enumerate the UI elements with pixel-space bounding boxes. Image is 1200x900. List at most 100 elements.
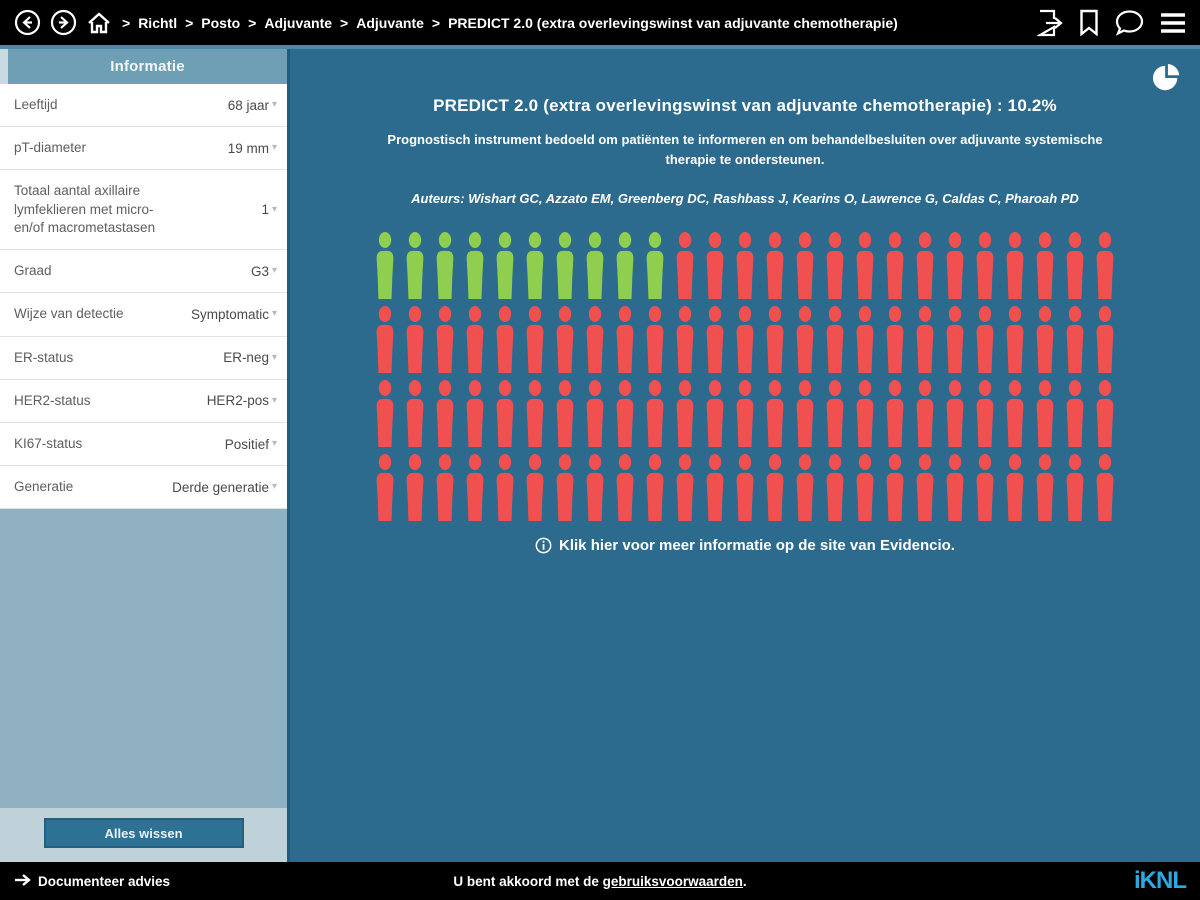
field-value-dropdown[interactable]: G3 ▾	[251, 264, 277, 279]
person-icon-green	[404, 232, 426, 299]
person-icon-red	[734, 454, 756, 521]
breadcrumb-item[interactable]: Adjuvante	[264, 15, 332, 31]
field-value-dropdown[interactable]: Derde generatie ▾	[172, 480, 277, 495]
field-label: KI67-status	[14, 435, 83, 451]
breadcrumb-item[interactable]: Richtl	[138, 15, 177, 31]
pie-chart-icon[interactable]	[1152, 63, 1182, 98]
person-icon-green	[644, 232, 666, 299]
person-icon-red	[704, 454, 726, 521]
chevron-down-icon: ▾	[271, 203, 277, 215]
field-value-dropdown[interactable]: 68 jaar ▾	[228, 98, 277, 113]
bookmark-icon[interactable]	[1079, 9, 1099, 36]
sidebar: Informatie Leeftijd 68 jaar ▾ pT-diameter 19…	[0, 49, 290, 862]
field-label: Totaal aantal axillaire lymfeklieren met…	[14, 183, 156, 235]
breadcrumb-separator: >	[431, 14, 441, 31]
person-icon-red	[764, 232, 786, 299]
pictogram-row	[374, 454, 1116, 521]
document-advice-button[interactable]: Documenteer advies	[14, 873, 170, 890]
person-icon-red	[884, 306, 906, 373]
field-row: ER-status ER-neg ▾	[0, 336, 287, 380]
person-icon-red	[1094, 232, 1116, 299]
comment-icon[interactable]	[1115, 9, 1144, 36]
person-icon-red	[614, 380, 636, 447]
clear-all-button[interactable]: Alles wissen	[43, 818, 244, 848]
person-icon-red	[434, 380, 456, 447]
person-icon-red	[554, 454, 576, 521]
person-icon-red	[1004, 306, 1026, 373]
person-icon-red	[974, 306, 996, 373]
person-icon-red	[914, 232, 936, 299]
field-value-dropdown[interactable]: 1 ▾	[261, 202, 277, 217]
field-row: Totaal aantal axillaire lymfeklieren met…	[0, 170, 287, 251]
chevron-down-icon: ▾	[271, 438, 277, 450]
export-document-icon[interactable]	[1037, 9, 1063, 37]
field-value-dropdown[interactable]: 19 mm ▾	[228, 141, 277, 156]
person-icon-red	[374, 380, 396, 447]
breadcrumb-separator: >	[340, 14, 349, 31]
person-icon-red	[704, 232, 726, 299]
field-label: pT-diameter	[14, 140, 87, 156]
field-value-dropdown[interactable]: HER2-pos ▾	[207, 393, 277, 408]
pictogram-row	[374, 380, 1116, 447]
chevron-down-icon: ▾	[271, 142, 277, 154]
evidencio-info-link[interactable]: Klik hier voor meer informatie op de sit…	[290, 537, 1200, 554]
main-content: PREDICT 2.0 (extra overlevingswinst van …	[290, 49, 1200, 862]
person-icon-red	[854, 306, 876, 373]
person-icon-green	[584, 232, 606, 299]
field-row: Leeftijd 68 jaar ▾	[0, 84, 287, 128]
person-icon-red	[854, 454, 876, 521]
field-label: Generatie	[14, 479, 74, 495]
person-icon-red	[944, 380, 966, 447]
person-icon-green	[464, 232, 486, 299]
forward-icon[interactable]	[50, 9, 77, 36]
field-row: KI67-status Positief ▾	[0, 422, 287, 467]
field-label: HER2-status	[14, 392, 91, 408]
field-value: Positief	[224, 436, 269, 452]
home-icon[interactable]	[86, 10, 112, 36]
person-icon-red	[854, 232, 876, 299]
person-icon-red	[884, 454, 906, 521]
person-icon-red	[704, 380, 726, 447]
menu-icon[interactable]	[1160, 12, 1186, 34]
person-icon-red	[524, 306, 546, 373]
person-icon-red	[764, 454, 786, 521]
field-value: ER-neg	[223, 350, 269, 366]
field-value-dropdown[interactable]: ER-neg ▾	[223, 350, 277, 365]
arrow-right-icon	[14, 873, 31, 890]
topbar-right-icons	[1037, 9, 1186, 37]
field-value-dropdown[interactable]: Positief ▾	[225, 437, 277, 452]
authors-line: Auteurs: Wishart GC, Azzato EM, Greenber…	[411, 191, 1079, 206]
breadcrumb-item[interactable]: PREDICT 2.0 (extra overlevingswinst van …	[448, 15, 898, 31]
chevron-down-icon: ▾	[271, 351, 277, 363]
person-icon-red	[884, 232, 906, 299]
info-link-label: Klik hier voor meer informatie op de sit…	[559, 537, 955, 554]
chevron-down-icon: ▾	[271, 99, 277, 111]
person-icon-red	[494, 380, 516, 447]
person-icon-red	[674, 380, 696, 447]
field-row: Wijze van detectie Symptomatic ▾	[0, 293, 287, 337]
person-icon-red	[1034, 232, 1056, 299]
person-icon-green	[434, 232, 456, 299]
field-value-dropdown[interactable]: Symptomatic ▾	[191, 307, 277, 322]
breadcrumb-item[interactable]: Adjuvante	[356, 15, 424, 31]
person-icon-red	[584, 454, 606, 521]
person-icon-red	[1034, 454, 1056, 521]
person-icon-red	[704, 306, 726, 373]
breadcrumb-item[interactable]: Posto	[201, 15, 240, 31]
field-value: 19 mm	[227, 140, 269, 156]
person-icon-red	[524, 454, 546, 521]
iknl-logo[interactable]: iKNL	[1134, 869, 1187, 893]
person-icon-red	[944, 306, 966, 373]
breadcrumb-separator: >	[185, 14, 194, 31]
person-icon-red	[554, 306, 576, 373]
terms-link[interactable]: gebruiksvoorwaarden	[603, 874, 743, 889]
back-icon[interactable]	[14, 9, 41, 36]
person-icon-red	[944, 232, 966, 299]
person-icon-red	[974, 454, 996, 521]
breadcrumb-separator: >	[122, 14, 131, 31]
sidebar-header-wrap: Informatie	[0, 49, 287, 84]
field-value: Derde generatie	[172, 479, 269, 495]
person-icon-red	[824, 380, 846, 447]
chevron-down-icon: ▾	[271, 308, 277, 320]
person-icon-red	[824, 454, 846, 521]
